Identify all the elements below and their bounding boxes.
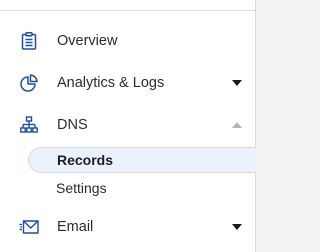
- sidebar-item-dns[interactable]: DNS: [0, 108, 255, 142]
- sidebar-item-label: Analytics & Logs: [57, 75, 165, 91]
- sidebar-subitem-records[interactable]: Records: [28, 147, 256, 173]
- sidebar-subitem-settings[interactable]: Settings: [28, 175, 256, 201]
- sidebar-subitem-label: Records: [57, 152, 114, 168]
- sidebar-item-label: DNS: [57, 117, 88, 133]
- email-icon: [19, 217, 39, 237]
- chevron-up-icon[interactable]: [231, 120, 243, 130]
- top-divider: [0, 10, 255, 11]
- chevron-down-icon[interactable]: [231, 222, 243, 232]
- chevron-down-icon[interactable]: [231, 78, 243, 88]
- sidebar-item-email[interactable]: Email: [0, 210, 255, 244]
- sidebar: Overview Analytics & Logs DNS Records Se…: [0, 0, 256, 252]
- sidebar-subitem-label: Settings: [56, 180, 107, 196]
- clipboard-icon: [19, 31, 39, 51]
- sidebar-item-analytics-logs[interactable]: Analytics & Logs: [0, 66, 255, 100]
- sidebar-item-overview[interactable]: Overview: [0, 24, 255, 58]
- network-icon: [19, 115, 39, 135]
- sidebar-item-label: Email: [57, 219, 94, 235]
- sidebar-item-label: Overview: [57, 33, 118, 49]
- pie-chart-icon: [19, 73, 39, 93]
